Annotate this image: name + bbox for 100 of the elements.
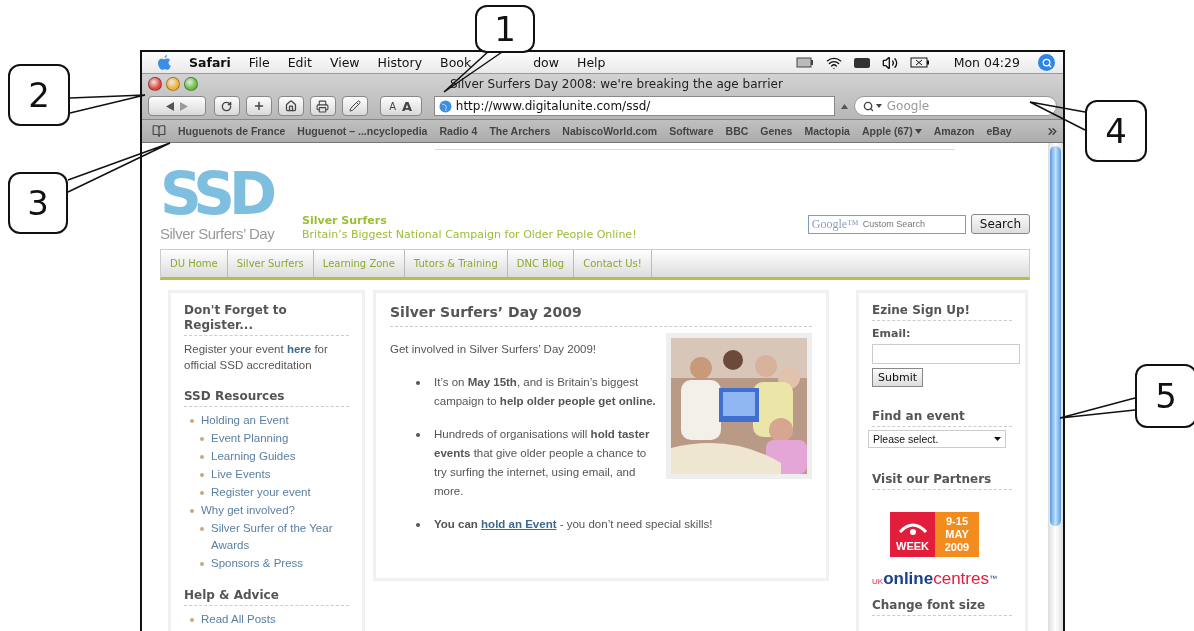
bullet-icon <box>200 455 204 459</box>
apple-logo-icon[interactable] <box>158 55 171 70</box>
caret-icon[interactable] <box>841 103 848 109</box>
bullet-icon <box>200 491 204 495</box>
menu-item[interactable]: Safari <box>189 55 231 70</box>
address-field[interactable]: http://www.digitalunite.com/ssd/ <box>433 96 836 116</box>
site-search-field[interactable]: Google™ Custom Search <box>807 214 966 234</box>
scrollbar[interactable] <box>1048 143 1063 631</box>
minimize-button[interactable] <box>166 76 180 91</box>
sidebar-link[interactable]: Holding an Event <box>201 412 289 429</box>
battery-icon[interactable] <box>909 57 930 68</box>
bookmark-item[interactable]: Mactopia <box>804 125 850 137</box>
uk-online-centres-logo[interactable]: UKonlinecentres™ <box>872 571 1012 590</box>
edit-button[interactable] <box>341 96 368 116</box>
sidebar-link[interactable]: Why get involved? <box>201 502 295 519</box>
bullet-icon <box>190 509 194 513</box>
menu-item[interactable]: View <box>329 55 360 70</box>
sidebar-link[interactable]: Event Planning <box>211 430 289 447</box>
callout-number: 5 <box>1135 364 1194 428</box>
callout-number: 1 <box>475 5 535 53</box>
search-icon <box>862 100 874 112</box>
nav-tab[interactable]: Contact Us! <box>574 250 652 277</box>
logo-caption: Silver Surfers’ Day <box>160 225 276 242</box>
search-field[interactable]: Google <box>853 96 1057 116</box>
bookmark-item[interactable]: Apple (67) <box>861 125 922 137</box>
site-tagline: Britain’s Biggest National Campaign for Older People Online! <box>302 228 637 242</box>
menu-item[interactable]: Edit <box>287 55 312 70</box>
here-link[interactable]: here <box>286 343 312 355</box>
bullet-icon <box>200 562 204 566</box>
sidebar-link[interactable]: Silver Surfer of the Year Awards <box>211 520 349 554</box>
bookmark-item[interactable]: Software <box>669 125 714 137</box>
bullet-icon <box>200 473 204 477</box>
close-button[interactable] <box>148 76 162 91</box>
bookmark-item[interactable]: Huguenots de France <box>178 125 286 137</box>
print-button[interactable] <box>309 96 336 116</box>
sidebar-link[interactable]: Sponsors & Press <box>211 555 304 572</box>
bookmark-item[interactable]: BBC <box>725 125 749 137</box>
scroll-thumb[interactable] <box>1050 146 1061 526</box>
plus-icon <box>252 100 265 112</box>
site-name: Silver Surfers <box>302 214 388 228</box>
spotlight-icon[interactable] <box>1038 54 1055 71</box>
event-link[interactable]: hold an Event <box>481 518 557 530</box>
bullet-icon <box>190 419 194 423</box>
memory-chip-icon[interactable] <box>853 57 870 68</box>
text-size-button[interactable]: A A <box>379 96 422 116</box>
register-text: Register your event here for official SSD accreditation <box>184 342 329 373</box>
zoom-button[interactable] <box>184 76 198 91</box>
intro-text: Get involved in Silver Surfers’ Day 2009! <box>390 342 598 357</box>
bullet-icon <box>190 618 194 622</box>
email-label: Email: <box>872 326 912 342</box>
menu-item[interactable]: dow <box>533 55 559 70</box>
back-arrow-icon <box>165 101 174 111</box>
bookmark-item[interactable]: Radio 4 <box>439 125 478 137</box>
sidebar-link[interactable]: Read All Posts <box>201 611 276 628</box>
caret-icon <box>875 104 882 108</box>
home-button[interactable] <box>277 96 304 116</box>
pencil-icon <box>348 100 361 112</box>
eye-icon <box>897 522 928 538</box>
reload-button[interactable] <box>213 96 240 116</box>
section-heading: Don't Forget to Register... <box>184 303 349 336</box>
article-title: Silver Surfers’ Day 2009 <box>390 305 812 327</box>
bookmark-item[interactable]: NabiscoWorld.com <box>562 125 658 137</box>
bullet-icon <box>416 523 420 527</box>
volume-icon[interactable] <box>881 54 898 71</box>
menu-item[interactable]: Help <box>577 55 606 70</box>
search-button[interactable]: Search <box>970 214 1030 234</box>
callout-number: 3 <box>8 172 68 234</box>
bookmark-item[interactable]: Huguenot – ...ncyclopedia <box>297 125 428 137</box>
bullet-text: Hundreds of organisations will hold taster events that give older people a chance to try surfing the internet, using email, and more. <box>434 427 651 499</box>
bookmarks-icon[interactable] <box>152 124 166 138</box>
printer-icon <box>316 99 329 113</box>
bookmark-item[interactable]: The Archers <box>489 125 551 137</box>
sidebar-link[interactable]: Learning Guides <box>211 448 296 465</box>
section-heading: Ezine Sign Up! <box>872 303 1012 321</box>
back-forward-button[interactable] <box>148 96 206 116</box>
bookmark-item[interactable]: eBay <box>986 125 1012 137</box>
callout-number: 2 <box>8 64 70 126</box>
forward-arrow-icon <box>179 101 188 111</box>
sidebar-link[interactable]: Live Events <box>211 466 271 483</box>
globe-icon <box>438 99 452 113</box>
callout-number: 4 <box>1085 100 1147 162</box>
section-heading: SSD Resources <box>184 389 349 407</box>
menu-item[interactable]: File <box>248 55 270 70</box>
bullet-icon <box>200 527 204 531</box>
display-icon[interactable] <box>795 57 814 68</box>
email-field[interactable] <box>872 344 1020 364</box>
event-select[interactable]: Please select. <box>868 430 1006 448</box>
section-heading: Find an event <box>872 409 1012 427</box>
bullet-icon <box>416 381 420 385</box>
bookmark-item[interactable]: Genes <box>760 125 793 137</box>
add-bookmark-button[interactable] <box>245 96 272 116</box>
menu-clock[interactable]: Mon 04:29 <box>953 55 1020 70</box>
menu-item[interactable]: History <box>377 55 423 70</box>
bookmark-item[interactable]: Amazon <box>933 125 975 137</box>
bullet-text: You can hold an Event - you don’t need special skills! <box>434 517 713 532</box>
sidebar-link[interactable]: Register your event <box>211 484 311 501</box>
dropdown-arrow-icon <box>994 437 1001 441</box>
bullet-icon <box>200 437 204 441</box>
submit-button[interactable]: Submit <box>872 368 924 387</box>
menu-item[interactable]: Book <box>440 55 472 70</box>
